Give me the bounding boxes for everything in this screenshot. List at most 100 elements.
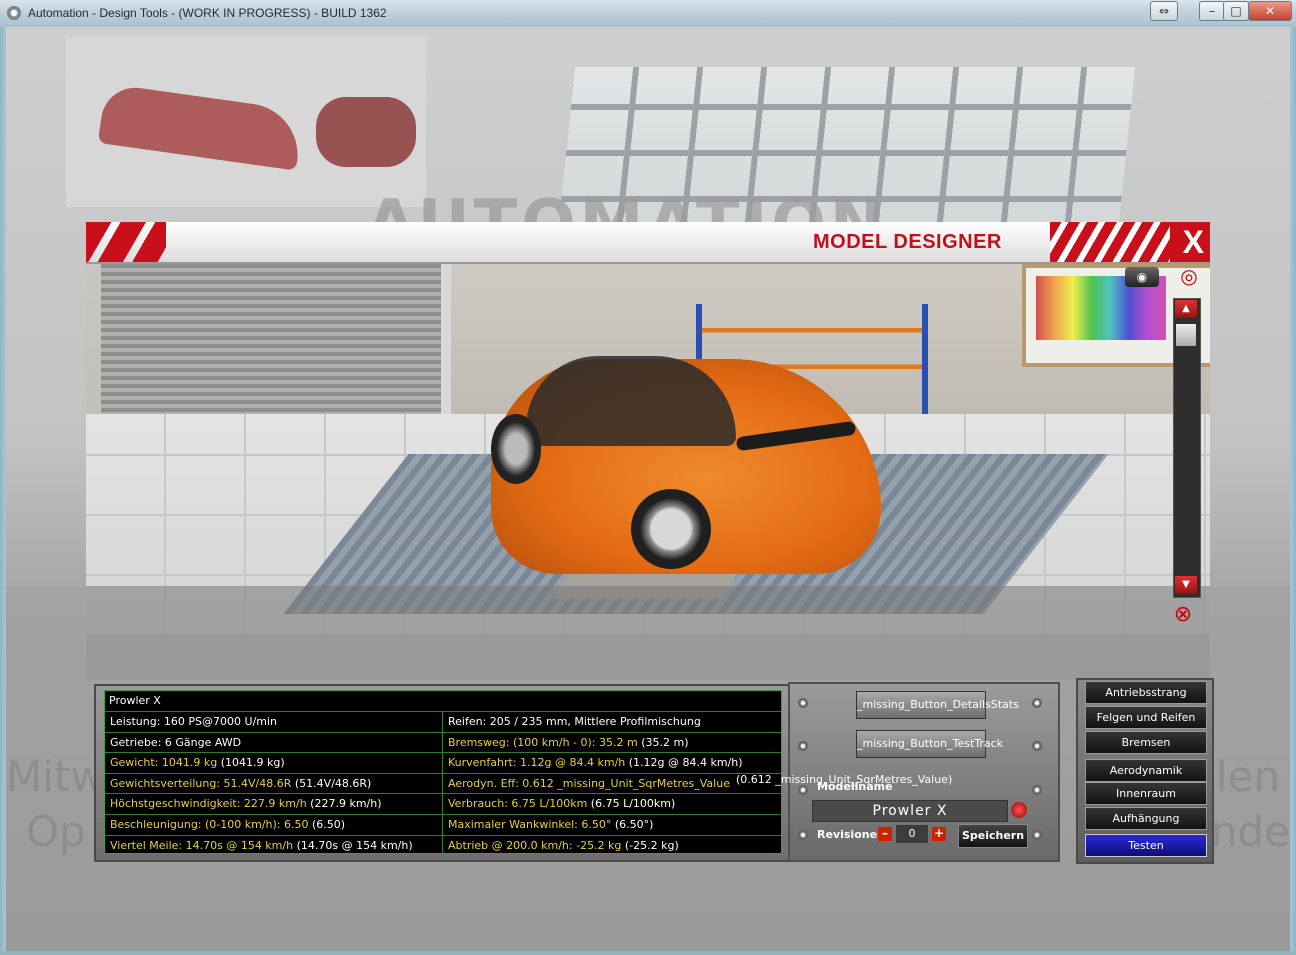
stat-cell: Leistung: 160 PS@7000 U/min	[105, 712, 443, 732]
camera-icon[interactable]: ◉	[1125, 267, 1159, 287]
table-row: Viertel Meile: 14.70s @ 154 km/h (14.70s…	[105, 835, 781, 856]
header-stripes	[1050, 222, 1190, 262]
revision-increment-button[interactable]: +	[932, 827, 946, 841]
scroll-thumb[interactable]	[1176, 324, 1196, 346]
stat-weight-distribution: Gewichtsverteilung: 51.4V/48.6R	[110, 776, 292, 790]
model-name-input[interactable]: Prowler X	[812, 800, 1008, 822]
stat-acceleration: Beschleunigung: (0-100 km/h): 6.50	[110, 817, 309, 831]
stat-cell: Verbrauch: 6.75 L/100km (6.75 L/100km)	[443, 794, 781, 814]
rivet-icon	[798, 785, 808, 795]
revision-decrement-button[interactable]: –	[878, 827, 892, 841]
car-preview-scene[interactable]	[86, 264, 1210, 634]
table-row: Gewicht: 1041.9 kg (1041.9 kg) Kurvenfah…	[105, 753, 781, 774]
car-rear-wheel	[491, 414, 541, 484]
stats-table: Prowler X Leistung: 160 PS@7000 U/min Re…	[104, 690, 782, 856]
rivet-icon	[1032, 830, 1042, 840]
background-text: nde	[1210, 807, 1290, 856]
stat-power: Leistung: 160 PS@7000 U/min	[110, 715, 278, 728]
nav-brakes[interactable]: Bremsen	[1085, 731, 1207, 754]
stat-top-speed-ref: (227.9 km/h)	[306, 797, 382, 811]
stat-consumption: Verbrauch: 6.75 L/100km	[448, 797, 588, 811]
revision-value: 0	[896, 825, 928, 843]
nav-drivetrain[interactable]: Antriebsstrang	[1085, 681, 1207, 704]
stat-cell: Aerodyn. Eff: 0.612 _missing_Unit_SqrMet…	[443, 774, 781, 794]
table-row: Getriebe: 6 Gänge AWD Bremsweg: (100 km/…	[105, 732, 781, 754]
stat-cell: Gewicht: 1041.9 kg (1041.9 kg)	[105, 753, 443, 773]
stat-acceleration-ref: (6.50)	[308, 817, 346, 831]
model-designer-header: MODEL DESIGNER X	[86, 222, 1210, 264]
stat-roll-angle: Maximaler Wankwinkel: 6.50°	[448, 817, 612, 831]
stat-weight: Gewicht: 1041.9 kg	[110, 756, 218, 770]
restore-icon[interactable]: ⇔	[1150, 1, 1178, 21]
window-titlebar: Automation - Design Tools - (WORK IN PRO…	[0, 0, 1296, 28]
model-designer-title: MODEL DESIGNER	[813, 231, 1002, 253]
stat-cornering: Kurvenfahrt: 1.12g @ 84.4 km/h	[448, 756, 626, 770]
nav-suspension[interactable]: Aufhängung	[1085, 807, 1207, 830]
background-text: Mitw	[6, 752, 105, 801]
stat-weight-ref: (1041.9 kg)	[217, 756, 285, 770]
scroll-down-arrow-icon[interactable]: ▼	[1175, 576, 1197, 594]
eye-off-icon[interactable]: ⊗	[1166, 602, 1200, 628]
stat-cell: Beschleunigung: (0-100 km/h): 6.50 (6.50…	[105, 814, 443, 835]
rivet-icon	[798, 741, 808, 751]
background-text: len	[1215, 752, 1280, 801]
window-frame-right	[1290, 27, 1296, 955]
rivet-icon	[1032, 785, 1042, 795]
stat-gearbox: Getriebe: 6 Gänge AWD	[110, 735, 242, 749]
scroll-up-arrow-icon[interactable]: ▲	[1175, 300, 1197, 318]
table-row: Leistung: 160 PS@7000 U/min Reifen: 205 …	[105, 712, 781, 733]
car-front-wheel	[631, 489, 711, 569]
background-text: Op	[26, 807, 86, 856]
stat-cell: Getriebe: 6 Gänge AWD	[105, 732, 443, 753]
window-frame-bottom	[0, 951, 1296, 955]
details-stats-button[interactable]: _missing_Button_DetailsStats	[856, 691, 1019, 719]
close-button[interactable]: ✕	[1248, 1, 1292, 21]
rivet-icon	[798, 698, 808, 708]
stat-cell: Maximaler Wankwinkel: 6.50° (6.50°)	[443, 815, 781, 835]
rivet-icon	[1032, 741, 1042, 751]
stat-quarter-mile-ref: (14.70s @ 154 km/h)	[293, 838, 413, 852]
stat-cell: Kurvenfahrt: 1.12g @ 84.4 km/h (1.12g @ …	[443, 753, 781, 773]
stat-quarter-mile: Viertel Meile: 14.70s @ 154 km/h	[110, 838, 294, 852]
rivet-icon	[1032, 698, 1042, 708]
nav-aerodynamics[interactable]: Aerodynamik	[1085, 759, 1207, 782]
save-button[interactable]: Speichern	[958, 824, 1028, 848]
stat-cell: Abtrieb @ 200.0 km/h: -25.2 kg (-25.2 kg…	[443, 836, 781, 856]
stat-tires: Reifen: 205 / 235 mm, Mittlere Profilmis…	[448, 715, 701, 728]
table-row: Gewichtsverteilung: 51.4V/48.6R (51.4V/4…	[105, 773, 781, 795]
maximize-button[interactable]: □	[1223, 1, 1249, 21]
header-stripes	[86, 222, 166, 262]
nav-wheels-tires[interactable]: Felgen und Reifen	[1085, 706, 1207, 729]
nav-interior[interactable]: Innenraum	[1085, 782, 1207, 805]
rivet-icon	[798, 830, 808, 840]
table-row: Beschleunigung: (0-100 km/h): 6.50 (6.50…	[105, 814, 781, 836]
table-row: Höchstgeschwindigkeit: 227.9 km/h (227.9…	[105, 794, 781, 815]
stat-consumption-ref: (6.75 L/100km)	[587, 797, 676, 811]
panel-backdrop	[86, 634, 1210, 680]
stat-cell: Reifen: 205 / 235 mm, Mittlere Profilmis…	[443, 712, 781, 732]
stat-cell: Viertel Meile: 14.70s @ 154 km/h (14.70s…	[105, 835, 443, 856]
stats-model-name: Prowler X	[105, 691, 781, 712]
randomize-name-icon[interactable]	[1011, 802, 1027, 818]
stat-cornering-ref: (1.12g @ 84.4 km/h)	[625, 756, 743, 770]
eye-icon[interactable]: ◎	[1172, 265, 1206, 287]
model-designer-close-button[interactable]: X	[1183, 224, 1204, 261]
stat-aero-efficiency: Aerodyn. Eff: 0.612 _missing_Unit_SqrMet…	[448, 776, 730, 790]
model-name-label: Modellname	[817, 780, 893, 793]
stat-weight-distribution-ref: (51.4V/48.6R)	[291, 776, 372, 790]
stat-cell: Höchstgeschwindigkeit: 227.9 km/h (227.9…	[105, 794, 443, 814]
stat-cell: Bremsweg: (100 km/h - 0): 35.2 m (35.2 m…	[443, 733, 781, 753]
test-track-button[interactable]: _missing_Button_TestTrack	[856, 730, 1003, 758]
scene-bottom-shade	[86, 586, 1210, 634]
background-car-sketch	[316, 97, 416, 167]
revisions-label: Revisionen	[817, 828, 885, 841]
app-icon	[7, 6, 21, 20]
stat-downforce-ref: (-25.2 kg)	[621, 838, 679, 852]
window-title: Automation - Design Tools - (WORK IN PRO…	[28, 6, 387, 20]
nav-testing[interactable]: Testen	[1085, 834, 1207, 857]
stat-braking-ref: (35.2 m)	[637, 735, 689, 749]
stat-roll-angle-ref: (6.50°)	[611, 817, 654, 831]
stat-braking: Bremsweg: (100 km/h - 0): 35.2 m	[448, 735, 638, 749]
minimize-button[interactable]: –	[1199, 1, 1225, 21]
stat-cell: Gewichtsverteilung: 51.4V/48.6R (51.4V/4…	[105, 773, 443, 794]
